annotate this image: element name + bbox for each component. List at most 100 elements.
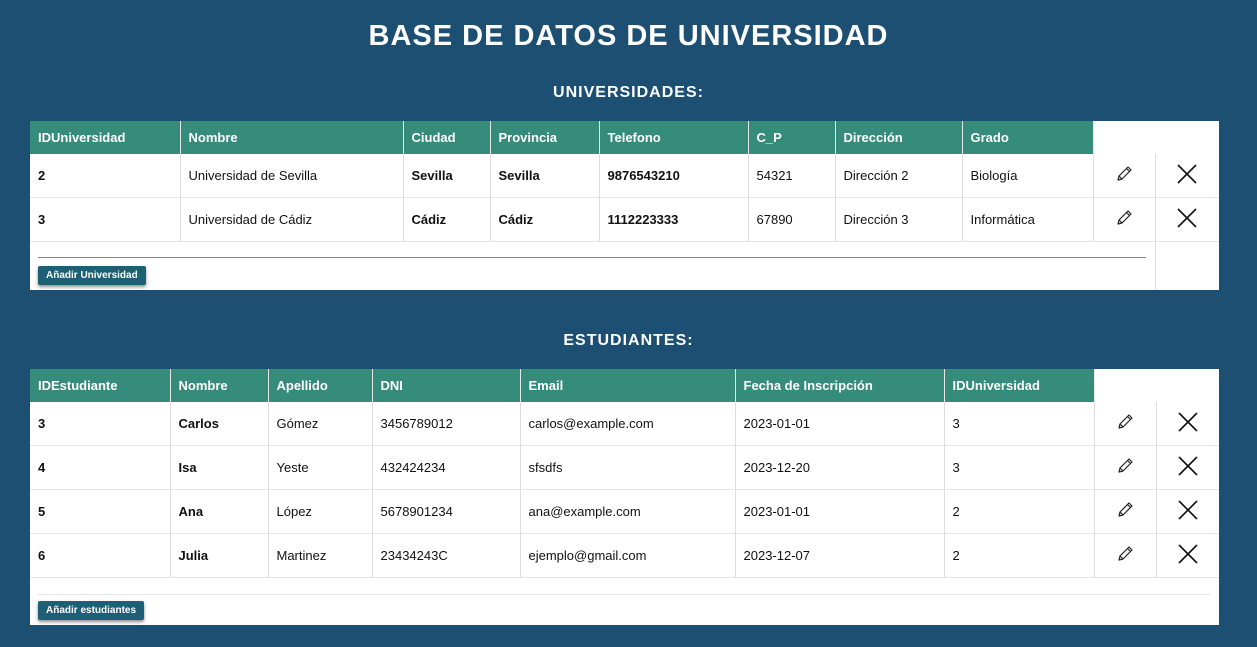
close-icon[interactable] (1177, 499, 1199, 521)
cell-nombre: Universidad de Sevilla (180, 154, 404, 198)
delete-cell (1156, 489, 1219, 534)
cell-apellido: Yeste (268, 445, 373, 490)
delete-cell (1155, 154, 1219, 198)
col-header-iduniversidad: IDUniversidad (30, 121, 181, 154)
col-header-nombre: Nombre (180, 121, 404, 154)
students-panel: IDEstudiante Nombre Apellido DNI Email F… (30, 369, 1219, 625)
cell-grado: Biología (962, 154, 1094, 198)
col-header-telefono: Telefono (599, 121, 749, 154)
add-student-button[interactable]: Añadir estudiantes (38, 601, 145, 620)
col-header-dni: DNI (372, 369, 521, 402)
edit-cell (1093, 197, 1156, 242)
col-header-idestudiante: IDEstudiante (30, 369, 171, 402)
cell-nombre: Julia (170, 533, 269, 578)
cell-idestudiante: 3 (30, 402, 171, 446)
students-footer: Añadir estudiantes (30, 578, 1219, 625)
col-header-edit (1093, 121, 1155, 154)
cell-iduniversidad: 3 (944, 402, 1095, 446)
cell-apellido: Martinez (268, 533, 373, 578)
students-table: IDEstudiante Nombre Apellido DNI Email F… (30, 369, 1219, 578)
col-header-direccion: Dirección (835, 121, 963, 154)
pencil-icon[interactable] (1115, 412, 1135, 432)
pencil-icon[interactable] (1115, 456, 1135, 476)
col-header-edit (1094, 369, 1156, 402)
col-header-ciudad: Ciudad (403, 121, 491, 154)
universities-header-row: IDUniversidad Nombre Ciudad Provincia Te… (30, 121, 1219, 154)
cell-direccion: Dirección 3 (835, 197, 963, 242)
col-header-nombre: Nombre (170, 369, 269, 402)
table-row: 3 Universidad de Cádiz Cádiz Cádiz 11122… (30, 197, 1219, 242)
cell-nombre: Isa (170, 445, 269, 490)
divider (1155, 242, 1156, 290)
cell-dni: 3456789012 (372, 402, 521, 446)
cell-nombre: Carlos (170, 402, 269, 446)
col-header-apellido: Apellido (268, 369, 373, 402)
cell-email: sfsdfs (520, 445, 736, 490)
divider (38, 257, 1146, 258)
cell-email: carlos@example.com (520, 402, 736, 446)
cell-idestudiante: 6 (30, 533, 171, 578)
cell-dni: 23434243C (372, 533, 521, 578)
pencil-icon[interactable] (1115, 500, 1135, 520)
delete-cell (1155, 197, 1219, 242)
cell-iduniversidad: 3 (30, 197, 181, 242)
close-icon[interactable] (1177, 455, 1199, 477)
col-header-delete (1156, 369, 1219, 402)
cell-iduniversidad: 2 (30, 154, 181, 198)
close-icon[interactable] (1177, 543, 1199, 565)
col-header-email: Email (520, 369, 736, 402)
pencil-icon[interactable] (1114, 164, 1134, 184)
close-icon[interactable] (1176, 207, 1198, 229)
cell-nombre: Universidad de Cádiz (180, 197, 404, 242)
table-row: 5 Ana López 5678901234 ana@example.com 2… (30, 489, 1219, 534)
cell-fecha: 2023-01-01 (735, 402, 945, 446)
col-header-delete (1155, 121, 1219, 154)
col-header-iduniversidad: IDUniversidad (944, 369, 1095, 402)
cell-nombre: Ana (170, 489, 269, 534)
cell-provincia: Cádiz (490, 197, 600, 242)
cell-fecha: 2023-12-07 (735, 533, 945, 578)
close-icon[interactable] (1176, 163, 1198, 185)
students-header-row: IDEstudiante Nombre Apellido DNI Email F… (30, 369, 1219, 402)
cell-cp: 54321 (748, 154, 836, 198)
universities-section-title: UNIVERSIDADES: (553, 84, 704, 101)
divider (38, 594, 1210, 595)
delete-cell (1156, 402, 1219, 446)
cell-grado: Informática (962, 197, 1094, 242)
delete-cell (1156, 445, 1219, 490)
cell-iduniversidad: 3 (944, 445, 1095, 490)
pencil-icon[interactable] (1115, 544, 1135, 564)
add-university-button[interactable]: Añadir Universidad (38, 266, 146, 285)
close-icon[interactable] (1177, 411, 1199, 433)
table-row: 2 Universidad de Sevilla Sevilla Sevilla… (30, 154, 1219, 198)
col-header-fecha-inscripcion: Fecha de Inscripción (735, 369, 945, 402)
cell-iduniversidad: 2 (944, 533, 1095, 578)
col-header-grado: Grado (962, 121, 1094, 154)
pencil-icon[interactable] (1114, 208, 1134, 228)
cell-apellido: Gómez (268, 402, 373, 446)
edit-cell (1094, 533, 1157, 578)
edit-cell (1093, 154, 1156, 198)
cell-apellido: López (268, 489, 373, 534)
delete-cell (1156, 533, 1219, 578)
universities-panel: IDUniversidad Nombre Ciudad Provincia Te… (30, 121, 1219, 290)
cell-telefono: 9876543210 (599, 154, 749, 198)
page-title: BASE DE DATOS DE UNIVERSIDAD (368, 20, 889, 52)
students-section-title: ESTUDIANTES: (563, 332, 694, 349)
cell-telefono: 1112223333 (599, 197, 749, 242)
cell-email: ana@example.com (520, 489, 736, 534)
universities-table: IDUniversidad Nombre Ciudad Provincia Te… (30, 121, 1219, 242)
cell-dni: 432424234 (372, 445, 521, 490)
edit-cell (1094, 489, 1157, 534)
edit-cell (1094, 445, 1157, 490)
cell-direccion: Dirección 2 (835, 154, 963, 198)
cell-iduniversidad: 2 (944, 489, 1095, 534)
table-row: 3 Carlos Gómez 3456789012 carlos@example… (30, 402, 1219, 446)
cell-provincia: Sevilla (490, 154, 600, 198)
table-row: 6 Julia Martinez 23434243C ejemplo@gmail… (30, 533, 1219, 578)
col-header-provincia: Provincia (490, 121, 600, 154)
cell-ciudad: Sevilla (403, 154, 491, 198)
table-row: 4 Isa Yeste 432424234 sfsdfs 2023-12-20 … (30, 445, 1219, 490)
col-header-cp: C_P (748, 121, 836, 154)
cell-fecha: 2023-12-20 (735, 445, 945, 490)
